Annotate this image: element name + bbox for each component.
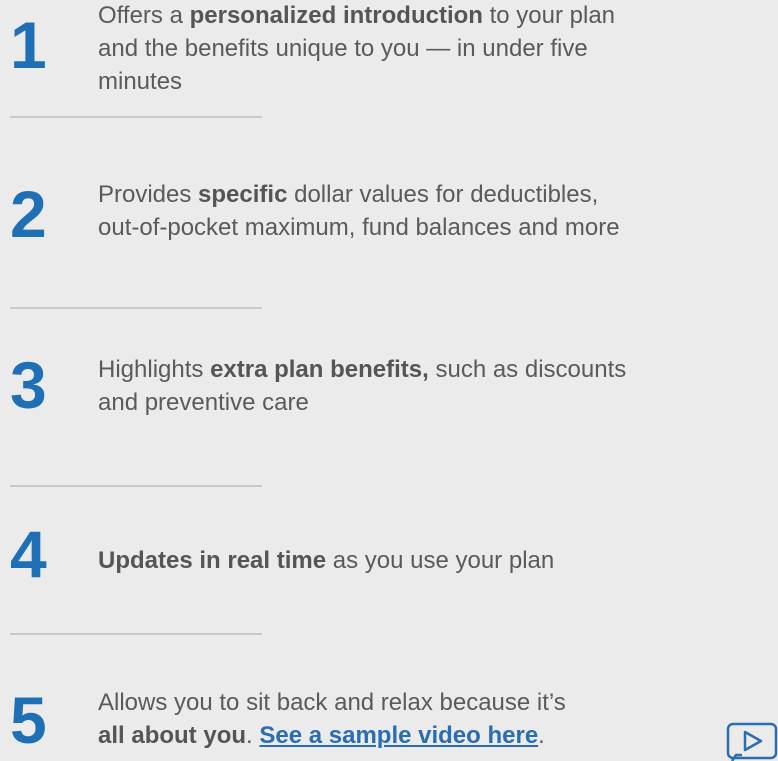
feature-2-line-1: Provides specific dollar values for dedu… (98, 178, 778, 211)
divider-1 (10, 116, 262, 118)
feature-1-text-b: to your plan (482, 2, 616, 29)
divider-2 (10, 307, 262, 309)
feature-2-highlight: specific (198, 181, 288, 208)
feature-text-4: Updates in real time as you use your pla… (98, 544, 778, 577)
feature-text-2: Provides specific dollar values for dedu… (98, 178, 778, 244)
feature-5-sep: . (246, 722, 260, 749)
feature-2-line-2: out-of-pocket maximum, fund balances and… (98, 214, 620, 241)
feature-text-3: Highlights extra plan benefits, such as … (98, 353, 778, 419)
feature-3-highlight: extra plan benefits, (210, 356, 429, 383)
feature-number-1: 1 (10, 8, 47, 82)
divider-4 (10, 633, 262, 635)
feature-3-text-b: such as discounts (428, 356, 627, 383)
feature-1-line-1: Offers a personalized introduction to yo… (98, 0, 778, 32)
feature-5-end: . (538, 722, 545, 749)
feature-3-text-a: Highlights (98, 356, 211, 383)
feature-5-line-1: Allows you to sit back and relax because… (98, 689, 566, 716)
feature-4-text-a: as you use your plan (326, 547, 555, 574)
feature-3-line-1: Highlights extra plan benefits, such as … (98, 353, 778, 386)
feature-1-highlight: personalized introduction (189, 2, 483, 29)
feature-number-4: 4 (10, 517, 47, 591)
feature-1-text-a: Offers a (98, 2, 190, 29)
feature-4-line-1: Updates in real time as you use your pla… (98, 544, 778, 577)
feature-3-line-2: and preventive care (98, 389, 309, 416)
feature-2-text-b: dollar values for deductibles, (287, 181, 599, 208)
divider-3 (10, 485, 262, 487)
feature-5-highlight: all about you (98, 722, 247, 749)
feature-1-line-2: and the benefits unique to you — in unde… (98, 35, 588, 62)
feature-2-text-a: Provides (98, 181, 199, 208)
feature-4-highlight: Updates in real time (98, 547, 327, 574)
feature-5-line-2: all about you. See a sample video here. (98, 719, 778, 752)
video-play-icon[interactable] (726, 722, 778, 761)
feature-number-3: 3 (10, 348, 47, 422)
feature-text-1: Offers a personalized introduction to yo… (98, 0, 778, 98)
feature-1-line-3: minutes (98, 68, 183, 95)
feature-number-5: 5 (10, 683, 47, 757)
sample-video-link[interactable]: See a sample video here (259, 722, 538, 749)
feature-text-5: Allows you to sit back and relax because… (98, 686, 778, 752)
feature-number-2: 2 (10, 177, 47, 251)
